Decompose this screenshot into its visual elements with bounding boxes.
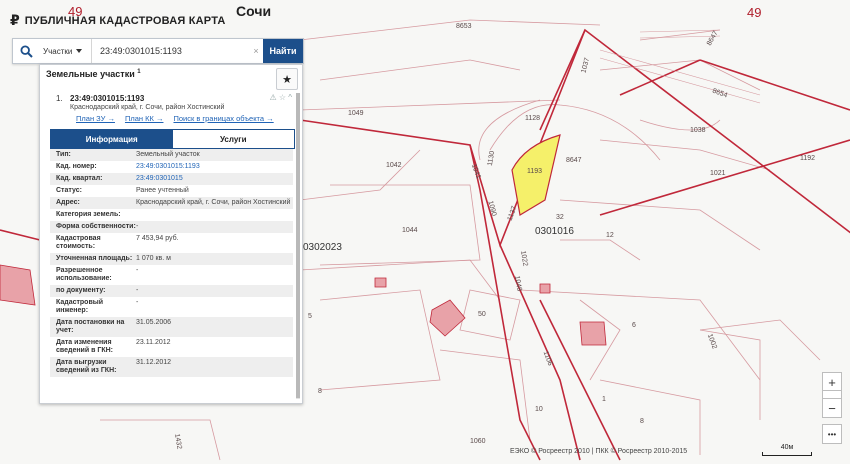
search-bar: Участки × Найти	[12, 38, 304, 64]
info-row: Дата выгрузки сведений из ГКН: 31.12.2012	[50, 357, 293, 377]
map-menu-button[interactable]: •••	[822, 424, 842, 444]
zoom-out-button[interactable]: −	[822, 398, 842, 418]
map-label: 1038	[690, 127, 706, 134]
map-label: 10	[535, 406, 543, 413]
info-row: по документу: -	[50, 285, 293, 297]
info-row: Разрешенное использование: -	[56, 267, 139, 282]
favorite-star-button[interactable]: ★	[276, 68, 298, 90]
copyright-text: ЕЭКО © Росреестр 2010 | ПКК © Росреестр …	[510, 448, 688, 455]
info-row: Кадастровый инженер: -	[56, 299, 139, 314]
result-tools-icons[interactable]: ⚠ ☆ ^	[269, 93, 292, 102]
panel-title: Земельные участки 1	[46, 69, 141, 79]
map-label: 1044	[402, 227, 418, 234]
search-button[interactable]: Найти	[263, 39, 303, 63]
search-type-label: Участки	[43, 46, 73, 56]
result-links: План ЗУ → План КК → Поиск в границах объ…	[76, 114, 274, 123]
map-label: 5	[308, 313, 312, 320]
map-label: 49	[747, 5, 762, 20]
info-row: Статус: Ранее учтенный	[56, 187, 189, 194]
scale-bar: 40м	[762, 444, 812, 456]
chevron-down-icon	[76, 49, 83, 53]
cad-number-link[interactable]: 23:49:0301015:1193	[136, 163, 293, 171]
info-row: Тип: Земельный участок	[50, 149, 293, 161]
plan-kk-link[interactable]: План КК →	[125, 114, 164, 123]
map-label: 12	[606, 232, 614, 239]
info-row: Дата изменения сведений в ГКН: 23.11.2012	[56, 339, 171, 354]
result-cad-number[interactable]: 23:49:0301015:1193	[70, 94, 144, 103]
info-tabs: Информация Услуги	[50, 129, 295, 149]
search-in-bounds-link[interactable]: Поиск в границах объекта →	[173, 114, 273, 123]
info-row: Уточненная площадь: 1 070 кв. м	[50, 253, 293, 265]
results-count: 1	[137, 69, 141, 75]
map-label: 0302023	[303, 242, 342, 253]
info-row: Форма собственности: -	[50, 221, 293, 233]
map-label: 1192	[800, 155, 816, 162]
map-label: 0301016	[535, 226, 574, 237]
map-label: 32	[556, 214, 564, 221]
map-label: 1060	[470, 438, 486, 445]
map-label: 1	[602, 396, 606, 403]
result-index: 1.	[56, 94, 63, 103]
info-row: Кадастровая стоимость: 7 453,94 руб.	[56, 235, 179, 250]
map-label: 8	[640, 418, 644, 425]
results-panel: Земельные участки 1 ★ 1. 23:49:0301015:1…	[39, 64, 303, 404]
map-label: 8	[318, 388, 322, 395]
plan-zu-link[interactable]: План ЗУ →	[76, 114, 115, 123]
search-icon[interactable]	[13, 39, 39, 63]
result-address: Краснодарский край, г. Сочи, район Хости…	[70, 104, 225, 111]
tab-services[interactable]: Услуги	[172, 130, 294, 148]
info-row: Дата постановки на учет: 31.05.2006	[50, 317, 293, 337]
map-label: 8647	[566, 157, 582, 164]
map-label: 1193	[527, 168, 543, 175]
map-label: 1042	[386, 162, 402, 169]
map-label: 8653	[456, 23, 472, 30]
scale-bar-line	[762, 452, 812, 456]
map-label: 50	[478, 311, 486, 318]
search-input[interactable]	[92, 39, 249, 63]
panel-scrollbar[interactable]	[296, 93, 300, 399]
info-row: Адрес: Краснодарский край, г. Сочи, район…	[50, 197, 293, 209]
info-row: Категория земель:	[56, 211, 121, 218]
map-label: 6	[632, 322, 636, 329]
map-label: 1128	[525, 115, 541, 122]
info-row: Кад. квартал: 23:49:0301015	[50, 173, 293, 185]
cad-quarter-link[interactable]: 23:49:0301015	[136, 175, 293, 183]
tab-information[interactable]: Информация	[51, 130, 173, 148]
zoom-in-button[interactable]: +	[822, 372, 842, 392]
scrollbar-thumb[interactable]	[296, 93, 300, 398]
scale-label: 40м	[780, 444, 794, 451]
map-label: 1021	[710, 170, 726, 177]
info-row: Кад. номер: 23:49:0301015:1193	[50, 161, 293, 173]
map-label: 1049	[348, 110, 364, 117]
search-type-select[interactable]: Участки	[39, 39, 92, 63]
info-table: Тип: Земельный участок Кад. номер: 23:49:0…	[50, 149, 293, 377]
rosreestr-logo-icon: ₽	[10, 13, 20, 29]
brand: ₽ ПУБЛИЧНАЯ КАДАСТРОВАЯ КАРТА	[10, 12, 226, 30]
map-city-label: Сочи	[236, 3, 272, 19]
clear-search-icon[interactable]: ×	[249, 39, 263, 63]
app-title: ПУБЛИЧНАЯ КАДАСТРОВАЯ КАРТА	[24, 15, 226, 27]
